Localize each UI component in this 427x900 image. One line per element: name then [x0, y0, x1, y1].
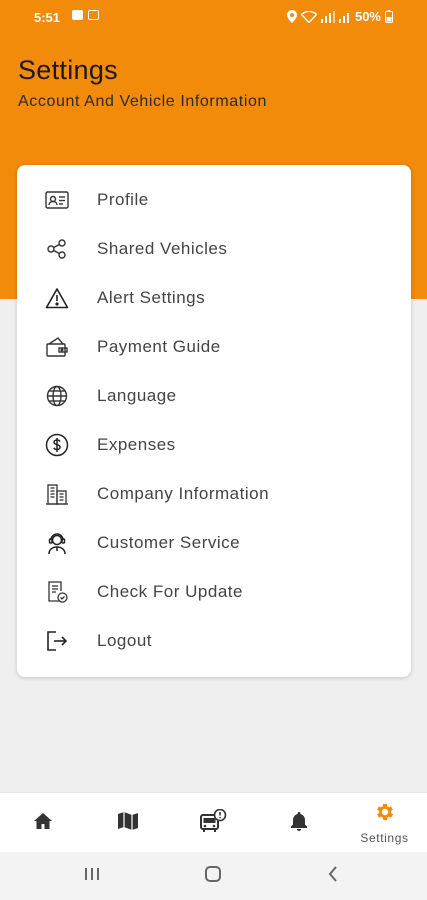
- wifi-icon: [300, 10, 317, 23]
- status-right: 50%: [286, 9, 393, 24]
- bottom-navigation: Settings: [0, 792, 427, 852]
- nav-settings[interactable]: Settings: [342, 793, 427, 853]
- nav-home[interactable]: [0, 793, 85, 853]
- signal-icon: [320, 10, 335, 23]
- page-title: Settings: [18, 55, 118, 85]
- nav-settings-label: Settings: [360, 831, 409, 845]
- settings-menu-card: Profile Shared Vehicles Alert Settings P…: [17, 165, 411, 677]
- id-card-icon: [44, 187, 70, 213]
- menu-item-payment-guide[interactable]: Payment Guide: [17, 322, 411, 371]
- building-icon: [44, 481, 70, 507]
- notification-icons: [72, 10, 99, 20]
- logout-icon: [44, 628, 70, 654]
- status-bar: 5:51 50%: [0, 0, 427, 34]
- dollar-circle-icon: [44, 432, 70, 458]
- menu-item-label: Check For Update: [97, 581, 243, 601]
- menu-item-label: Shared Vehicles: [97, 238, 228, 258]
- menu-item-shared-vehicles[interactable]: Shared Vehicles: [17, 224, 411, 273]
- back-chevron-icon: [327, 865, 339, 888]
- menu-item-logout[interactable]: Logout: [17, 616, 411, 665]
- warning-icon: [44, 285, 70, 311]
- nav-vehicle-alerts[interactable]: [170, 793, 255, 853]
- menu-item-label: Expenses: [97, 434, 176, 454]
- menu-item-language[interactable]: Language: [17, 371, 411, 420]
- location-icon: [286, 10, 297, 23]
- gear-icon: [374, 801, 396, 828]
- recent-apps-icon: [83, 866, 101, 887]
- app-notification-icon: [88, 10, 99, 20]
- signal-icon-2: [338, 12, 349, 23]
- vehicle-alert-icon: [199, 808, 227, 838]
- menu-item-alert-settings[interactable]: Alert Settings: [17, 273, 411, 322]
- menu-item-label: Company Information: [97, 483, 270, 503]
- nav-notifications[interactable]: [256, 793, 341, 853]
- home-system-button[interactable]: [193, 864, 233, 888]
- page-subtitle: Account And Vehicle Information: [18, 93, 267, 110]
- menu-item-label: Profile: [97, 189, 149, 209]
- home-icon: [33, 812, 53, 835]
- menu-item-check-for-update[interactable]: Check For Update: [17, 567, 411, 616]
- status-time: 5:51: [34, 10, 61, 25]
- update-document-icon: [44, 579, 70, 605]
- system-navigation-bar: [0, 852, 427, 900]
- home-square-icon: [204, 865, 222, 888]
- menu-item-expenses[interactable]: Expenses: [17, 420, 411, 469]
- gallery-notification-icon: [72, 10, 83, 20]
- menu-item-label: Language: [97, 385, 177, 405]
- map-icon: [117, 811, 139, 836]
- menu-item-label: Customer Service: [97, 532, 241, 552]
- menu-item-label: Payment Guide: [97, 336, 221, 356]
- recent-apps-button[interactable]: [72, 864, 112, 888]
- battery-icon: [385, 10, 393, 23]
- support-agent-icon: [44, 530, 70, 556]
- menu-item-company-information[interactable]: Company Information: [17, 469, 411, 518]
- globe-icon: [44, 383, 70, 409]
- share-icon: [44, 236, 70, 262]
- battery-percent: 50%: [354, 9, 381, 24]
- menu-item-label: Logout: [97, 630, 152, 650]
- bell-icon: [290, 811, 308, 836]
- menu-item-profile[interactable]: Profile: [17, 175, 411, 224]
- menu-item-customer-service[interactable]: Customer Service: [17, 518, 411, 567]
- wallet-icon: [44, 334, 70, 360]
- nav-map[interactable]: [85, 793, 170, 853]
- back-system-button[interactable]: [313, 864, 353, 888]
- menu-item-label: Alert Settings: [97, 287, 206, 307]
